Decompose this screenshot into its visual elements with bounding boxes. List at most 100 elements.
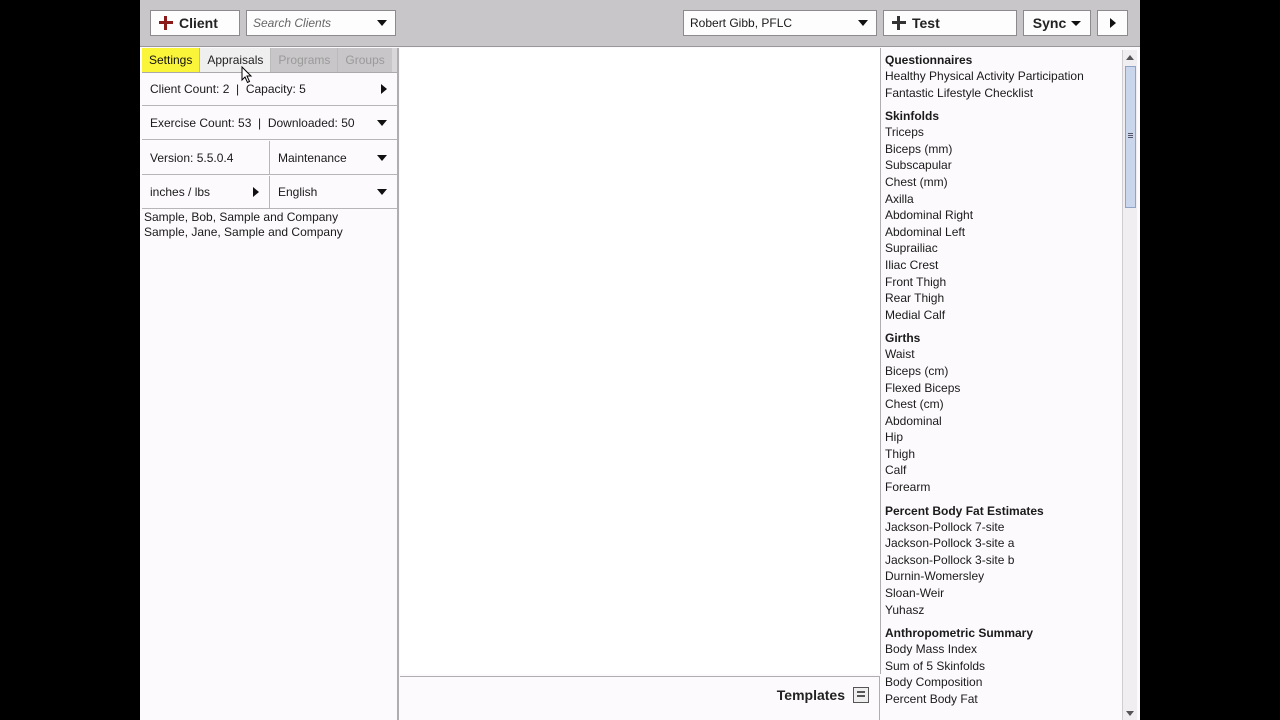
search-clients-placeholder: Search Clients [253,16,332,30]
left-tabs: Settings Appraisals Programs Groups [142,48,397,73]
app-window: Client Search Clients Robert Gibb, PFLC … [140,0,1140,720]
exercise-count-row[interactable]: Exercise Count: 53 | Downloaded: 50 [142,107,397,140]
main-content-area [400,48,881,674]
templates-label: Templates [776,687,845,703]
group-girths: Girths Waist Biceps (cm) Flexed Biceps C… [882,330,1122,495]
grip-icon [1128,133,1133,134]
test-item[interactable]: Hip [885,429,1122,446]
test-item[interactable]: Chest (cm) [885,396,1122,413]
toolbar: Client Search Clients Robert Gibb, PFLC … [140,0,1140,47]
trainer-select[interactable]: Robert Gibb, PFLC [683,10,877,36]
version-text: Version: 5.5.0.4 [150,150,234,165]
test-item[interactable]: Sloan-Weir [885,585,1122,602]
add-client-button[interactable]: Client [150,10,240,36]
chevron-down-icon [377,120,387,126]
chevron-down-icon [377,20,387,26]
version-row: Version: 5.5.0.4 Maintenance [142,141,397,175]
test-item[interactable]: Iliac Crest [885,257,1122,274]
templates-button[interactable]: Templates [777,687,869,703]
language-select[interactable]: English [270,176,397,208]
scroll-down-icon[interactable] [1123,706,1137,720]
sync-label: Sync [1032,15,1067,31]
plus-icon [159,16,173,30]
test-item[interactable]: Forearm [885,479,1122,496]
exercise-count-text: Exercise Count: 53 | Downloaded: 50 [150,116,355,130]
test-item[interactable]: Healthy Physical Activity Participation [885,68,1122,85]
chevron-right-icon [381,84,387,94]
mouse-cursor-icon [241,66,253,84]
test-item[interactable]: Medial Calf [885,307,1122,324]
test-item[interactable]: Rear Thigh [885,290,1122,307]
maintenance-select[interactable]: Maintenance [270,141,397,174]
units-row: inches / lbs English [142,176,397,209]
test-item[interactable]: Sum of 5 Skinfolds [885,658,1122,675]
group-title: Questionnaires [885,53,973,67]
sync-button[interactable]: Sync [1023,10,1091,36]
test-item[interactable]: Abdominal Left [885,224,1122,241]
scroll-up-icon[interactable] [1123,50,1137,64]
add-test-label: Test [912,15,940,31]
trainer-name: Robert Gibb, PFLC [690,16,793,30]
chevron-down-icon [858,20,868,26]
add-client-label: Client [179,15,218,31]
test-item[interactable]: Flexed Biceps [885,380,1122,397]
vertical-scrollbar[interactable] [1122,50,1137,720]
test-item[interactable]: Triceps [885,124,1122,141]
test-item[interactable]: Subscapular [885,157,1122,174]
test-item[interactable]: Front Thigh [885,274,1122,291]
expand-button[interactable] [1097,10,1128,36]
test-item[interactable]: Body Mass Index [885,641,1122,658]
test-item[interactable]: Calf [885,462,1122,479]
group-skinfolds: Skinfolds Triceps Biceps (mm) Subscapula… [882,108,1122,323]
test-item[interactable]: Percent Body Fat [885,691,1122,708]
group-title: Girths [885,331,921,346]
group-questionnaires: Questionnaires Healthy Physical Activity… [882,52,1122,101]
test-item[interactable]: Chest (mm) [885,174,1122,191]
client-count-cell: Client Count: 2 | Capacity: 5 [142,73,397,105]
exercise-count-cell: Exercise Count: 53 | Downloaded: 50 [142,107,397,139]
test-list-panel: Questionnaires Healthy Physical Activity… [882,48,1122,720]
test-item[interactable]: Durnin-Womersley [885,568,1122,585]
test-item[interactable]: Abdominal Right [885,207,1122,224]
group-title: Skinfolds [885,109,940,124]
tab-groups[interactable]: Groups [338,48,392,72]
left-panel: Settings Appraisals Programs Groups Clie… [142,48,397,720]
test-item[interactable]: Jackson-Pollock 7-site [885,519,1122,536]
units-text: inches / lbs [150,185,211,199]
units-select[interactable]: inches / lbs [142,176,270,208]
tab-programs[interactable]: Programs [271,48,339,72]
add-test-button[interactable]: Test [883,10,1017,36]
group-percent-body-fat: Percent Body Fat Estimates Jackson-Pollo… [882,503,1122,619]
test-item[interactable]: Jackson-Pollock 3-site a [885,535,1122,552]
test-item[interactable]: Yuhasz [885,602,1122,619]
test-item[interactable]: Axilla [885,191,1122,208]
tab-appraisals[interactable]: Appraisals [200,48,272,72]
client-list: Sample, Bob, Sample and Company Sample, … [142,210,397,240]
group-title: Percent Body Fat Estimates [885,503,1044,518]
chevron-down-icon [377,189,387,195]
client-count-row[interactable]: Client Count: 2 | Capacity: 5 [142,73,397,106]
test-item[interactable]: Waist [885,346,1122,363]
test-item[interactable]: Body Composition [885,674,1122,691]
test-item[interactable]: Suprailiac [885,240,1122,257]
list-item[interactable]: Sample, Jane, Sample and Company [142,225,397,240]
test-item[interactable]: Biceps (mm) [885,141,1122,158]
templates-bar: Templates [400,676,880,720]
language-text: English [278,185,318,199]
group-anthropometric-summary: Anthropometric Summary Body Mass Index S… [882,625,1122,707]
test-item[interactable]: Biceps (cm) [885,363,1122,380]
list-item[interactable]: Sample, Bob, Sample and Company [142,210,397,225]
scrollbar-thumb[interactable] [1125,66,1136,208]
test-item[interactable]: Abdominal [885,413,1122,430]
panel-divider [397,48,399,720]
group-title: Anthropometric Summary [885,626,1034,641]
search-clients-input[interactable]: Search Clients [246,10,396,36]
tab-settings[interactable]: Settings [142,48,201,72]
chevron-right-icon [253,187,259,197]
client-count-text: Client Count: 2 | Capacity: 5 [150,82,306,96]
version-cell: Version: 5.5.0.4 [142,141,270,174]
test-item[interactable]: Fantastic Lifestyle Checklist [885,85,1122,102]
chevron-down-icon [377,154,387,161]
test-item[interactable]: Jackson-Pollock 3-site b [885,552,1122,569]
test-item[interactable]: Thigh [885,446,1122,463]
